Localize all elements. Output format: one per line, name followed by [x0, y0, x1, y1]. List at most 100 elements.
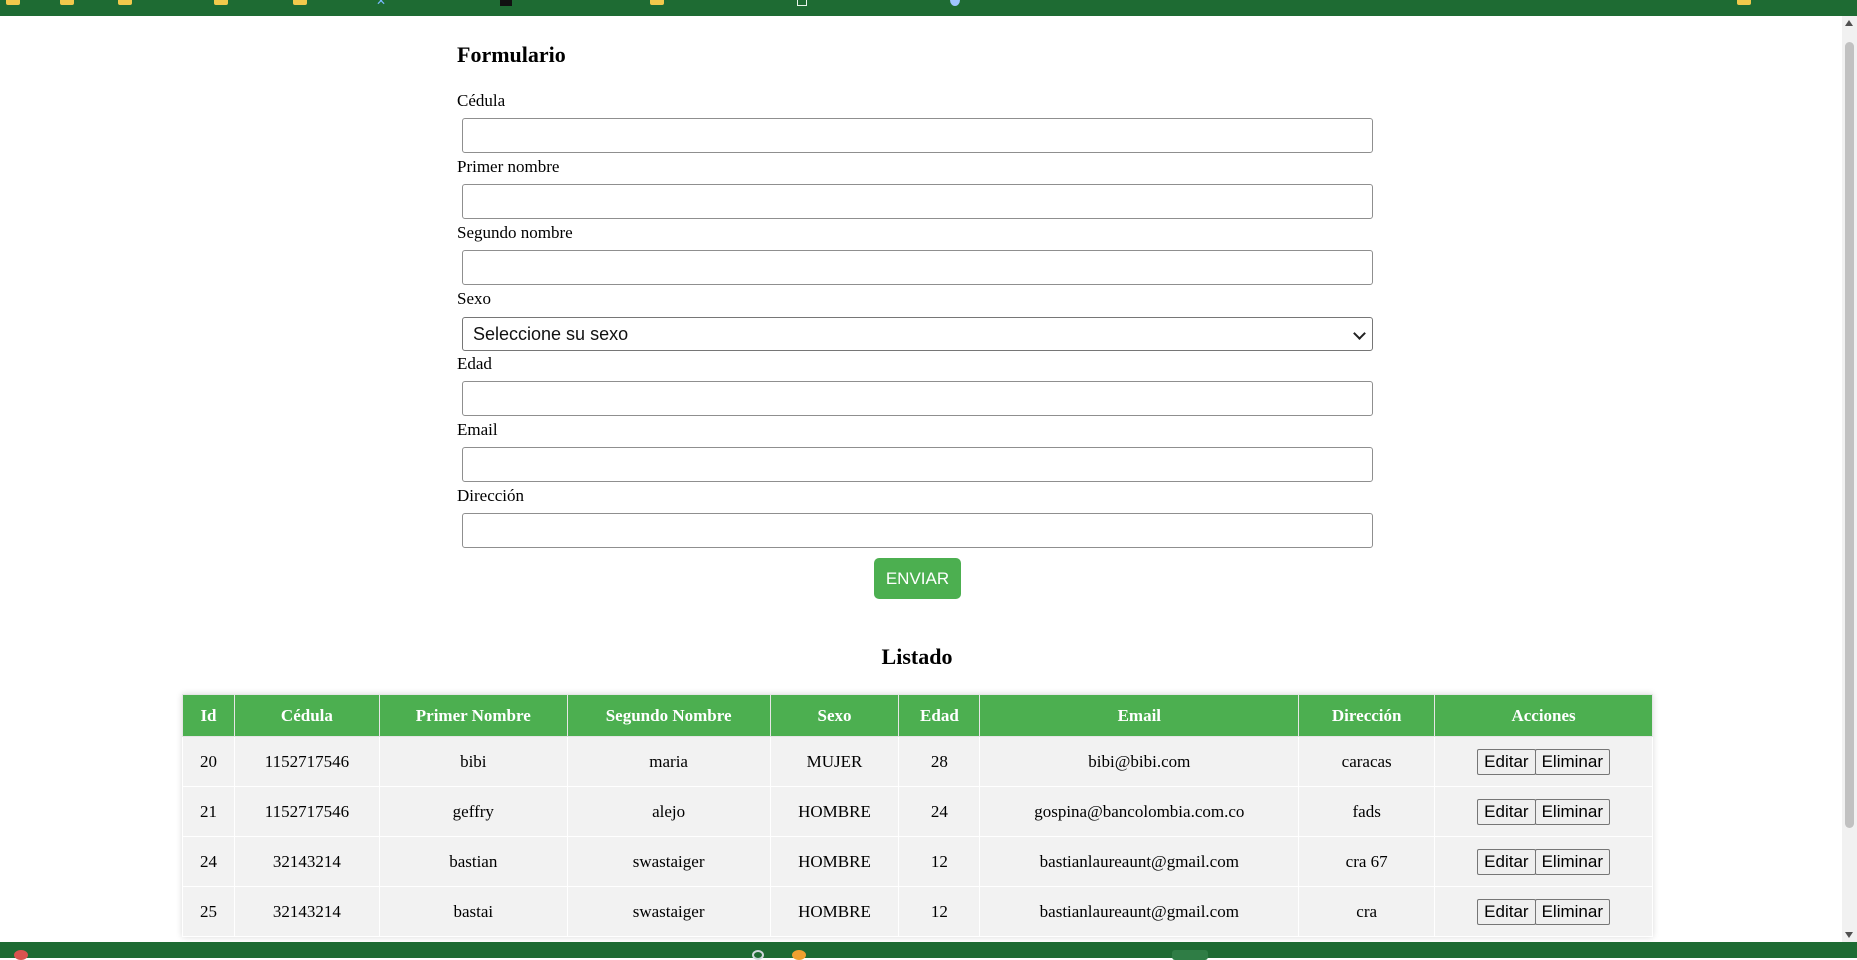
cell-direccion: cra	[1298, 886, 1436, 937]
bookmark-folder[interactable]	[293, 0, 307, 5]
folder-icon	[1737, 0, 1751, 5]
search-icon[interactable]	[752, 950, 764, 960]
bookmark-link[interactable]	[500, 0, 512, 6]
cell-cedula: 32143214	[233, 836, 380, 887]
folder-icon	[60, 0, 74, 5]
cell-email: bastianlaureaunt@gmail.com	[979, 836, 1300, 887]
table-header-row: Id Cédula Primer Nombre Segundo Nombre S…	[182, 694, 1653, 737]
column-header-edad: Edad	[898, 694, 981, 737]
cell-id: 21	[182, 786, 235, 837]
edad-label: Edad	[457, 354, 492, 373]
column-header-cedula: Cédula	[233, 694, 380, 737]
cell-email: gospina@bancolombia.com.co	[979, 786, 1300, 837]
delete-button[interactable]: Eliminar	[1534, 798, 1610, 825]
table-row: 21 1152717546 geffry alejo HOMBRE 24 gos…	[182, 786, 1653, 837]
cedula-label: Cédula	[457, 91, 506, 110]
bookmark-folder[interactable]	[6, 0, 20, 5]
edit-button[interactable]: Editar	[1477, 748, 1536, 775]
sexo-label: Sexo	[457, 289, 491, 308]
submit-button[interactable]: ENVIAR	[874, 558, 961, 599]
bookmark-folder[interactable]	[650, 0, 664, 5]
scroll-up-arrow-icon[interactable]	[1845, 20, 1853, 26]
primer-nombre-input[interactable]	[462, 184, 1373, 219]
bookmarks-bar: ✕	[0, 0, 1857, 16]
site-icon	[950, 0, 960, 6]
cell-id: 25	[182, 886, 235, 937]
site-icon	[500, 0, 512, 6]
link-icon: ✕	[376, 0, 387, 8]
cell-segundo-nombre: swastaiger	[566, 836, 771, 887]
cedula-input[interactable]	[462, 118, 1373, 153]
primer-nombre-label: Primer nombre	[457, 157, 560, 176]
table-row: 24 32143214 bastian swastaiger HOMBRE 12…	[182, 836, 1653, 887]
cell-email: bibi@bibi.com	[979, 736, 1300, 787]
cell-segundo-nombre: alejo	[566, 786, 771, 837]
cell-sexo: HOMBRE	[769, 836, 900, 887]
column-header-id: Id	[182, 694, 235, 737]
cell-cedula: 1152717546	[233, 786, 380, 837]
delete-button[interactable]: Eliminar	[1534, 848, 1610, 875]
cell-segundo-nombre: maria	[566, 736, 771, 787]
column-header-email: Email	[979, 694, 1300, 737]
column-header-segundo-nombre: Segundo Nombre	[566, 694, 771, 737]
bookmark-folder[interactable]	[118, 0, 132, 5]
delete-button[interactable]: Eliminar	[1534, 748, 1610, 775]
email-input[interactable]	[462, 447, 1373, 482]
bookmark-link[interactable]	[950, 0, 960, 6]
cell-acciones: Editar Eliminar	[1434, 786, 1653, 837]
app-icon[interactable]	[792, 950, 806, 960]
cell-primer-nombre: geffry	[378, 786, 568, 837]
page-scrollbar[interactable]	[1842, 16, 1857, 942]
bookmark-folder[interactable]	[60, 0, 74, 5]
cell-acciones: Editar Eliminar	[1434, 886, 1653, 937]
cell-edad: 12	[898, 886, 981, 937]
folder-icon	[118, 0, 132, 5]
cell-primer-nombre: bastai	[378, 886, 568, 937]
bookmark-link[interactable]	[797, 0, 807, 6]
column-header-direccion: Dirección	[1298, 694, 1436, 737]
edad-input[interactable]	[462, 381, 1373, 416]
cell-acciones: Editar Eliminar	[1434, 736, 1653, 787]
cell-sexo: HOMBRE	[769, 886, 900, 937]
cell-sexo: MUJER	[769, 736, 900, 787]
cell-primer-nombre: bastian	[378, 836, 568, 887]
segundo-nombre-label: Segundo nombre	[457, 223, 573, 242]
cell-primer-nombre: bibi	[378, 736, 568, 787]
sexo-select-value: Seleccione su sexo	[473, 323, 629, 344]
edit-button[interactable]: Editar	[1477, 898, 1536, 925]
cell-direccion: caracas	[1298, 736, 1436, 787]
active-app-icon[interactable]	[1172, 950, 1208, 960]
cell-sexo: HOMBRE	[769, 786, 900, 837]
bookmark-folder[interactable]	[214, 0, 228, 5]
direccion-input[interactable]	[462, 513, 1373, 548]
cell-edad: 24	[898, 786, 981, 837]
cell-direccion: fads	[1298, 786, 1436, 837]
column-header-sexo: Sexo	[769, 694, 900, 737]
edit-button[interactable]: Editar	[1477, 798, 1536, 825]
segundo-nombre-input[interactable]	[462, 250, 1373, 285]
bookmark-folder-other[interactable]	[1737, 0, 1751, 5]
sexo-select[interactable]: Seleccione su sexo	[462, 317, 1373, 351]
cell-acciones: Editar Eliminar	[1434, 836, 1653, 887]
bookmark-link[interactable]: ✕	[376, 0, 386, 8]
delete-button[interactable]: Eliminar	[1534, 898, 1610, 925]
edit-button[interactable]: Editar	[1477, 848, 1536, 875]
folder-icon	[650, 0, 664, 5]
chevron-down-icon	[1353, 327, 1366, 340]
table-row: 20 1152717546 bibi maria MUJER 28 bibi@b…	[182, 736, 1653, 787]
form-title: Formulario	[457, 42, 566, 67]
table-row: 25 32143214 bastai swastaiger HOMBRE 12 …	[182, 886, 1653, 937]
cell-segundo-nombre: swastaiger	[566, 886, 771, 937]
cell-email: bastianlaureaunt@gmail.com	[979, 886, 1300, 937]
weather-icon[interactable]	[14, 950, 28, 960]
cell-cedula: 1152717546	[233, 736, 380, 787]
folder-icon	[214, 0, 228, 5]
folder-icon	[293, 0, 307, 5]
document-icon	[797, 0, 807, 6]
cell-direccion: cra 67	[1298, 836, 1436, 887]
scrollbar-thumb[interactable]	[1845, 42, 1854, 828]
column-header-primer-nombre: Primer Nombre	[378, 694, 568, 737]
scroll-down-arrow-icon[interactable]	[1845, 932, 1853, 938]
users-table: Id Cédula Primer Nombre Segundo Nombre S…	[182, 694, 1653, 937]
cell-cedula: 32143214	[233, 886, 380, 937]
